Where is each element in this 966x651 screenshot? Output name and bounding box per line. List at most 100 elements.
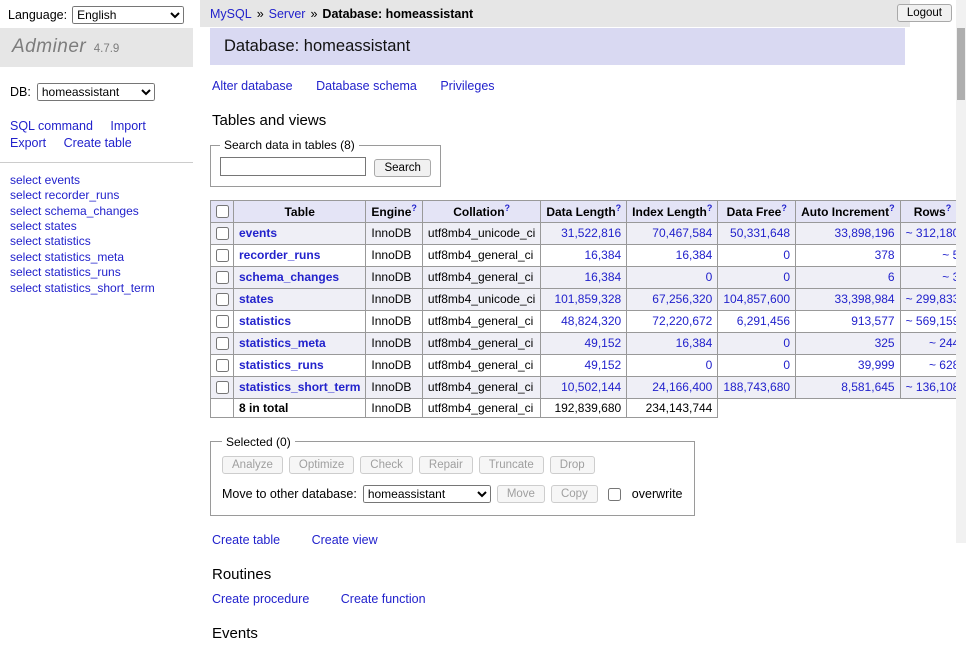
table-name-link[interactable]: statistics	[239, 314, 291, 328]
data-length-link[interactable]: 16,384	[584, 270, 621, 284]
row-checkbox[interactable]	[216, 293, 229, 306]
index-length-link[interactable]: 24,166,400	[652, 380, 712, 394]
rows-count-link[interactable]: ~ 312,180	[906, 226, 960, 240]
scrollbar-thumb[interactable]	[957, 28, 965, 100]
table-name-link[interactable]: statistics_meta	[239, 336, 326, 350]
data-free-link[interactable]: 50,331,648	[730, 226, 790, 240]
copy-button[interactable]: Copy	[551, 485, 598, 503]
index-length-link[interactable]: 16,384	[676, 248, 713, 262]
bulk-action-button[interactable]: Optimize	[289, 456, 354, 474]
index-length-link[interactable]: 16,384	[676, 336, 713, 350]
data-free-link[interactable]: 104,857,600	[723, 292, 790, 306]
bulk-action-button[interactable]: Analyze	[222, 456, 283, 474]
search-button[interactable]: Search	[374, 159, 430, 177]
table-name-link[interactable]: schema_changes	[239, 270, 339, 284]
row-checkbox[interactable]	[216, 249, 229, 262]
data-length-link[interactable]: 101,859,328	[554, 292, 621, 306]
database-nav-link[interactable]: Alter database	[212, 79, 293, 93]
data-length-link[interactable]: 49,152	[584, 358, 621, 372]
rows-count-link[interactable]: ~ 628	[929, 358, 959, 372]
sidebar-table-link[interactable]: select recorder_runs	[10, 188, 183, 203]
data-free-link[interactable]: 188,743,680	[723, 380, 790, 394]
vertical-scrollbar[interactable]	[956, 0, 966, 543]
column-help-link[interactable]: ?	[946, 203, 952, 213]
overwrite-checkbox[interactable]	[608, 488, 621, 501]
sidebar-op-link[interactable]: Create table	[64, 136, 132, 150]
sidebar-table-link[interactable]: select schema_changes	[10, 204, 183, 219]
logout-button[interactable]: Logout	[897, 4, 952, 22]
column-help-link[interactable]: ?	[411, 203, 417, 213]
index-length-link[interactable]: 70,467,584	[652, 226, 712, 240]
bulk-action-button[interactable]: Truncate	[479, 456, 544, 474]
bulk-action-button[interactable]: Repair	[419, 456, 473, 474]
table-name-link[interactable]: events	[239, 226, 277, 240]
table-name-link[interactable]: statistics_runs	[239, 358, 324, 372]
database-nav-link[interactable]: Privileges	[440, 79, 494, 93]
sidebar-op-link[interactable]: Export	[10, 136, 46, 150]
data-free-link[interactable]: 6,291,456	[737, 314, 790, 328]
data-length-link[interactable]: 48,824,320	[561, 314, 621, 328]
create-link[interactable]: Create table	[212, 533, 280, 547]
row-checkbox[interactable]	[216, 227, 229, 240]
routine-create-link[interactable]: Create function	[341, 592, 426, 606]
data-length-link[interactable]: 16,384	[584, 248, 621, 262]
sidebar-op-link[interactable]: SQL command	[10, 119, 93, 133]
move-button[interactable]: Move	[497, 485, 545, 503]
auto-increment-link[interactable]: 325	[875, 336, 895, 350]
column-help-link[interactable]: ?	[889, 203, 895, 213]
data-free-link[interactable]: 0	[783, 270, 790, 284]
auto-increment-link[interactable]: 378	[875, 248, 895, 262]
index-length-link[interactable]: 0	[706, 270, 713, 284]
column-help-link[interactable]: ?	[616, 203, 622, 213]
data-length-link[interactable]: 31,522,816	[561, 226, 621, 240]
auto-increment-link[interactable]: 6	[888, 270, 895, 284]
sidebar-table-link[interactable]: select statistics_meta	[10, 250, 183, 265]
db-select[interactable]: homeassistant	[37, 83, 155, 101]
row-checkbox[interactable]	[216, 271, 229, 284]
bulk-action-button[interactable]: Check	[360, 456, 413, 474]
data-length-link[interactable]: 10,502,144	[561, 380, 621, 394]
table-name-link[interactable]: statistics_short_term	[239, 380, 360, 394]
index-length-link[interactable]: 72,220,672	[652, 314, 712, 328]
data-free-link[interactable]: 0	[783, 358, 790, 372]
sidebar-table-link[interactable]: select events	[10, 173, 183, 188]
row-checkbox[interactable]	[216, 381, 229, 394]
row-checkbox[interactable]	[216, 337, 229, 350]
sidebar-table-link[interactable]: select statistics_runs	[10, 265, 183, 280]
auto-increment-link[interactable]: 913,577	[851, 314, 894, 328]
sidebar-table-link[interactable]: select states	[10, 219, 183, 234]
select-all-checkbox[interactable]	[216, 205, 229, 218]
database-nav-link[interactable]: Database schema	[316, 79, 417, 93]
auto-increment-link[interactable]: 33,398,984	[835, 292, 895, 306]
search-input[interactable]	[220, 157, 366, 176]
rows-count-link[interactable]: ~ 569,159	[906, 314, 960, 328]
row-checkbox[interactable]	[216, 315, 229, 328]
index-length-link[interactable]: 67,256,320	[652, 292, 712, 306]
breadcrumb-link-server[interactable]: Server	[269, 7, 306, 21]
row-checkbox[interactable]	[216, 359, 229, 372]
data-free-link[interactable]: 0	[783, 248, 790, 262]
column-help-link[interactable]: ?	[707, 203, 713, 213]
bulk-action-button[interactable]: Drop	[550, 456, 595, 474]
breadcrumb-link-mysql[interactable]: MySQL	[210, 7, 252, 21]
rows-count-link[interactable]: ~ 136,108	[906, 380, 960, 394]
move-db-select[interactable]: homeassistant	[363, 485, 491, 503]
sidebar-op-link[interactable]: Import	[110, 119, 145, 133]
data-free-link[interactable]: 0	[783, 336, 790, 350]
index-length-link[interactable]: 0	[706, 358, 713, 372]
auto-increment-link[interactable]: 8,581,645	[841, 380, 894, 394]
sidebar-table-link[interactable]: select statistics	[10, 234, 183, 249]
rows-count-link[interactable]: ~ 299,833	[906, 292, 960, 306]
data-length-link[interactable]: 49,152	[584, 336, 621, 350]
table-name-link[interactable]: states	[239, 292, 274, 306]
auto-increment-link[interactable]: 33,898,196	[835, 226, 895, 240]
routine-create-link[interactable]: Create procedure	[212, 592, 309, 606]
table-name-link[interactable]: recorder_runs	[239, 248, 320, 262]
column-help-link[interactable]: ?	[781, 203, 787, 213]
create-link[interactable]: Create view	[312, 533, 378, 547]
column-help-link[interactable]: ?	[505, 203, 511, 213]
auto-increment-link[interactable]: 39,999	[858, 358, 895, 372]
language-select[interactable]: English	[72, 6, 184, 24]
rows-count-link[interactable]: ~ 244	[929, 336, 959, 350]
sidebar-table-link[interactable]: select statistics_short_term	[10, 281, 183, 296]
